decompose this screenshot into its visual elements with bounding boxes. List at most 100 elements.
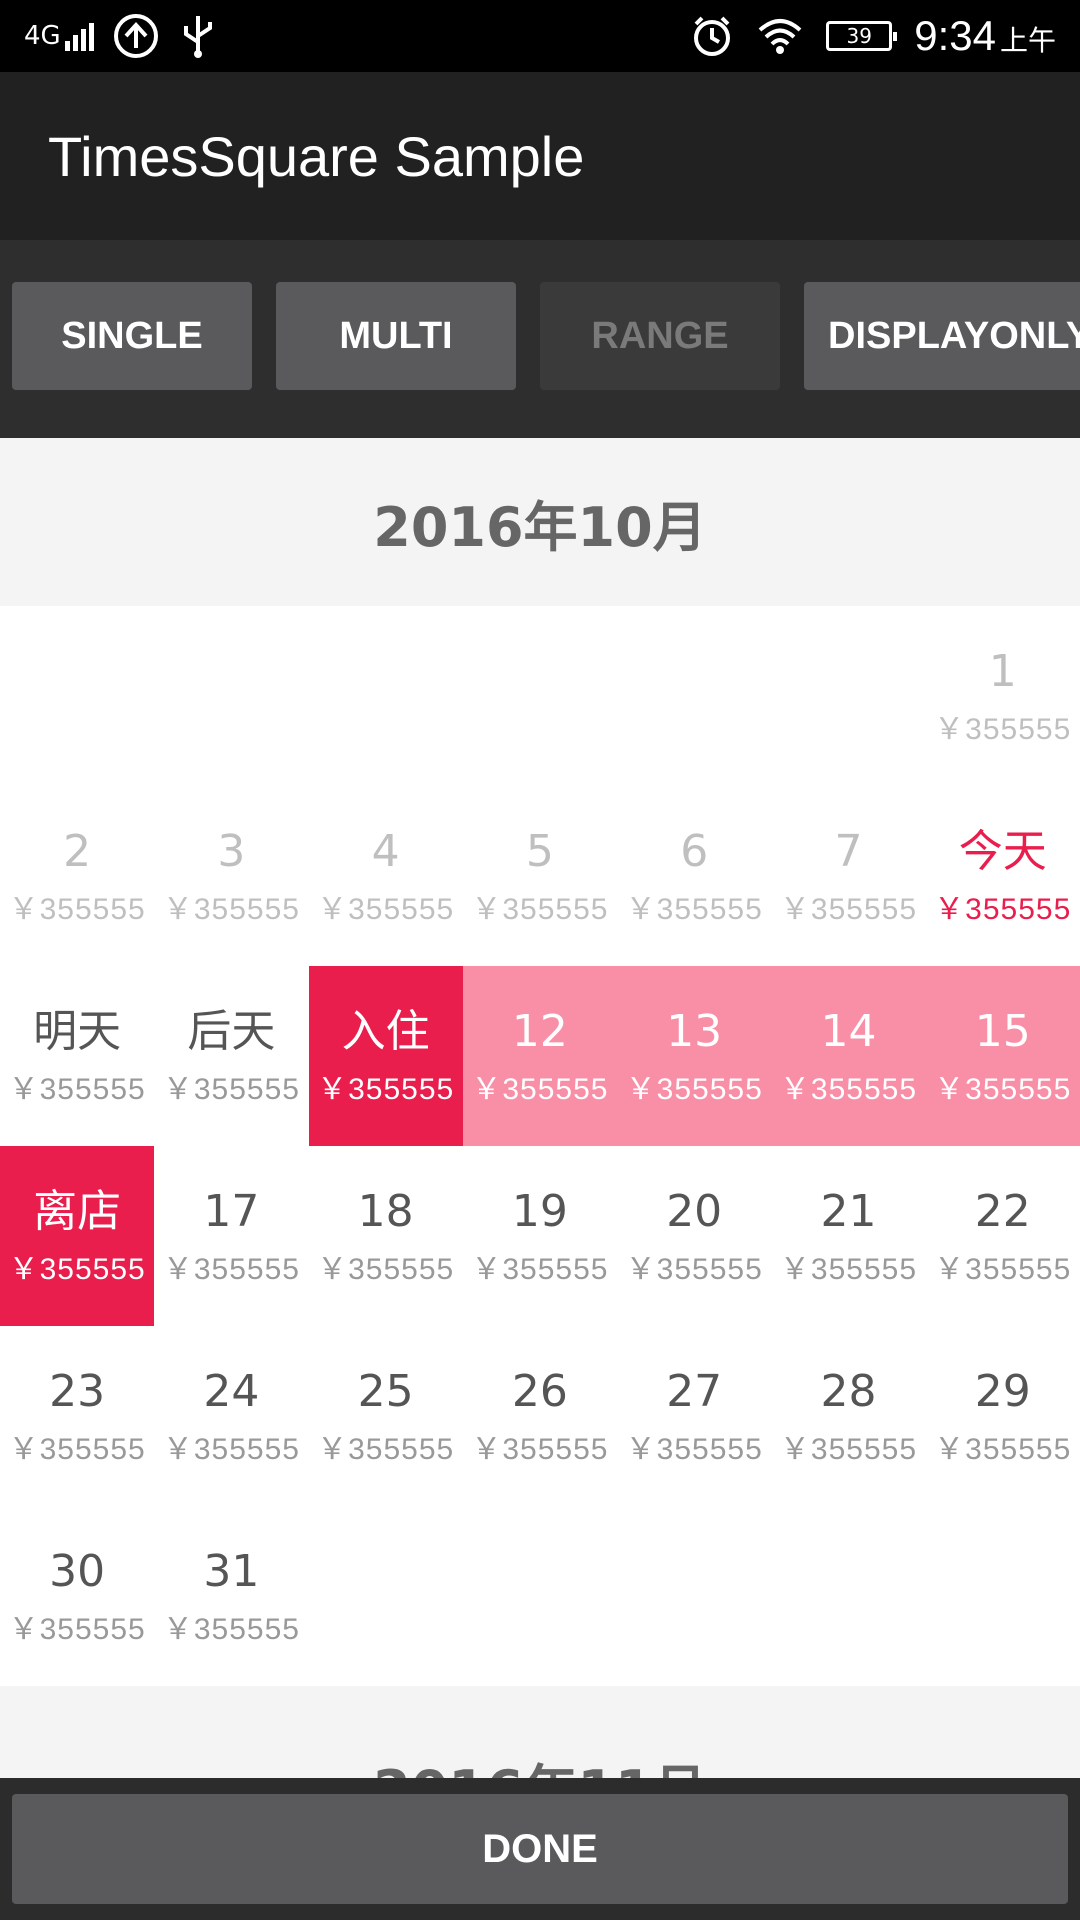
network-type: 4G (24, 21, 61, 51)
battery-level: 39 (846, 24, 872, 48)
day-price: ￥355555 (162, 1613, 300, 1646)
day-label: 2 (63, 826, 92, 877)
day-price: ￥355555 (625, 893, 763, 926)
day-label: 入住 (341, 1006, 430, 1057)
day-cell[interactable]: 31 ￥355555 (154, 1506, 308, 1686)
day-cell[interactable]: 明天 ￥355555 (0, 966, 154, 1146)
alarm-icon (694, 16, 731, 56)
signal-icon: 4G (24, 21, 94, 51)
day-price: ￥355555 (317, 1433, 455, 1466)
day-price: ￥355555 (625, 1073, 763, 1106)
day-label: 20 (666, 1186, 723, 1237)
day-cell[interactable]: 15 ￥355555 (925, 966, 1080, 1146)
displayonly-mode-button[interactable]: DISPLAYONLY (804, 282, 1080, 390)
day-label: 27 (666, 1366, 723, 1417)
day-label: 15 (974, 1006, 1031, 1057)
day-cell[interactable]: 18 ￥355555 (309, 1146, 463, 1326)
day-cell[interactable]: 入住 ￥355555 (308, 966, 463, 1146)
wifi-icon (758, 19, 802, 54)
empty-day-cell (926, 1506, 1080, 1686)
day-label: 明天 (33, 1006, 122, 1057)
day-price: ￥355555 (934, 1073, 1072, 1106)
day-label: 18 (357, 1186, 414, 1237)
week-row: 23 ￥355555 24 ￥355555 25 ￥355555 26 ￥355555 27 ￥3… (0, 1326, 1080, 1506)
status-left: 4G (24, 10, 218, 62)
status-bar: 4G 39 9:34 上午 (0, 0, 1080, 72)
empty-day-cell (463, 1506, 617, 1686)
day-price: ￥355555 (934, 893, 1072, 926)
day-label: 12 (511, 1006, 568, 1057)
day-cell[interactable]: 28 ￥355555 (771, 1326, 925, 1506)
day-cell[interactable]: 4 ￥355555 (309, 786, 463, 966)
day-price: ￥355555 (779, 1073, 918, 1106)
day-cell[interactable]: 20 ￥355555 (617, 1146, 771, 1326)
day-cell[interactable]: 24 ￥355555 (154, 1326, 308, 1506)
app-title: TimesSquare Sample (48, 125, 585, 188)
day-price: ￥355555 (934, 713, 1072, 746)
day-price: ￥355555 (934, 1433, 1072, 1466)
day-price: ￥355555 (625, 1253, 763, 1286)
day-cell[interactable]: 后天 ￥355555 (154, 966, 308, 1146)
empty-day-cell (309, 606, 463, 786)
week-row: 1 ￥355555 (0, 606, 1080, 786)
week-row: 离店 ￥355555 17 ￥355555 18 ￥355555 19 ￥355555 20 ￥3… (0, 1146, 1080, 1326)
day-price: ￥355555 (8, 1253, 146, 1286)
day-label: 26 (511, 1366, 568, 1417)
day-label: 6 (680, 826, 709, 877)
day-label: 离店 (33, 1186, 122, 1237)
day-cell[interactable]: 今天 ￥355555 (926, 786, 1080, 966)
day-label: 22 (974, 1186, 1031, 1237)
day-cell[interactable]: 1 ￥355555 (926, 606, 1080, 786)
day-cell[interactable]: 17 ￥355555 (154, 1146, 308, 1326)
day-cell[interactable]: 27 ￥355555 (617, 1326, 771, 1506)
day-price: ￥355555 (317, 1073, 455, 1106)
day-label: 14 (820, 1006, 877, 1057)
day-price: ￥355555 (317, 893, 455, 926)
empty-day-cell (0, 606, 154, 786)
day-label: 28 (820, 1366, 877, 1417)
day-cell[interactable]: 3 ￥355555 (154, 786, 308, 966)
multi-mode-button[interactable]: MULTI (276, 282, 516, 390)
day-cell[interactable]: 离店 ￥355555 (0, 1146, 155, 1326)
day-price: ￥355555 (625, 1433, 763, 1466)
day-price: ￥355555 (471, 1433, 609, 1466)
day-price: ￥355555 (779, 1433, 918, 1466)
day-cell[interactable]: 7 ￥355555 (771, 786, 925, 966)
day-label: 今天 (958, 826, 1047, 877)
day-cell[interactable]: 6 ￥355555 (617, 786, 771, 966)
day-label: 3 (217, 826, 246, 877)
day-label: 1 (988, 646, 1017, 697)
day-cell[interactable]: 23 ￥355555 (0, 1326, 154, 1506)
day-cell[interactable]: 14 ￥355555 (771, 966, 926, 1146)
day-price: ￥355555 (162, 893, 300, 926)
app-screen: 4G 39 9:34 上午 TimesSquare Sample SINGLE … (0, 0, 1080, 1920)
day-label: 30 (49, 1546, 106, 1597)
range-mode-button[interactable]: RANGE (540, 282, 780, 390)
empty-day-cell (617, 1506, 771, 1686)
day-cell[interactable]: 30 ￥355555 (0, 1506, 154, 1686)
day-label: 5 (525, 826, 554, 877)
day-label: 后天 (187, 1006, 276, 1057)
day-cell[interactable]: 2 ￥355555 (0, 786, 154, 966)
day-cell[interactable]: 19 ￥355555 (463, 1146, 617, 1326)
day-price: ￥355555 (8, 1613, 146, 1646)
day-cell[interactable]: 5 ￥355555 (463, 786, 617, 966)
app-bar: TimesSquare Sample (0, 72, 1080, 240)
clock-ampm: 上午 (999, 24, 1056, 57)
single-mode-button[interactable]: SINGLE (12, 282, 252, 390)
done-button[interactable]: DONE (12, 1794, 1068, 1904)
day-label: 29 (974, 1366, 1031, 1417)
day-cell[interactable]: 21 ￥355555 (771, 1146, 925, 1326)
day-price: ￥355555 (471, 1253, 609, 1286)
day-price: ￥355555 (471, 1073, 609, 1106)
day-cell[interactable]: 25 ￥355555 (309, 1326, 463, 1506)
day-price: ￥355555 (162, 1253, 300, 1286)
day-cell[interactable]: 29 ￥355555 (926, 1326, 1080, 1506)
day-price: ￥355555 (8, 893, 146, 926)
day-cell[interactable]: 22 ￥355555 (926, 1146, 1080, 1326)
day-cell[interactable]: 26 ￥355555 (463, 1326, 617, 1506)
day-cell[interactable]: 12 ￥355555 (462, 966, 618, 1146)
day-cell[interactable]: 13 ￥355555 (617, 966, 772, 1146)
battery-icon: 39 (826, 21, 898, 51)
calendar-view[interactable]: 2016年10月 1 ￥355555 2 ￥355555 3 ￥355555 4 ￥35555… (0, 438, 1080, 1778)
